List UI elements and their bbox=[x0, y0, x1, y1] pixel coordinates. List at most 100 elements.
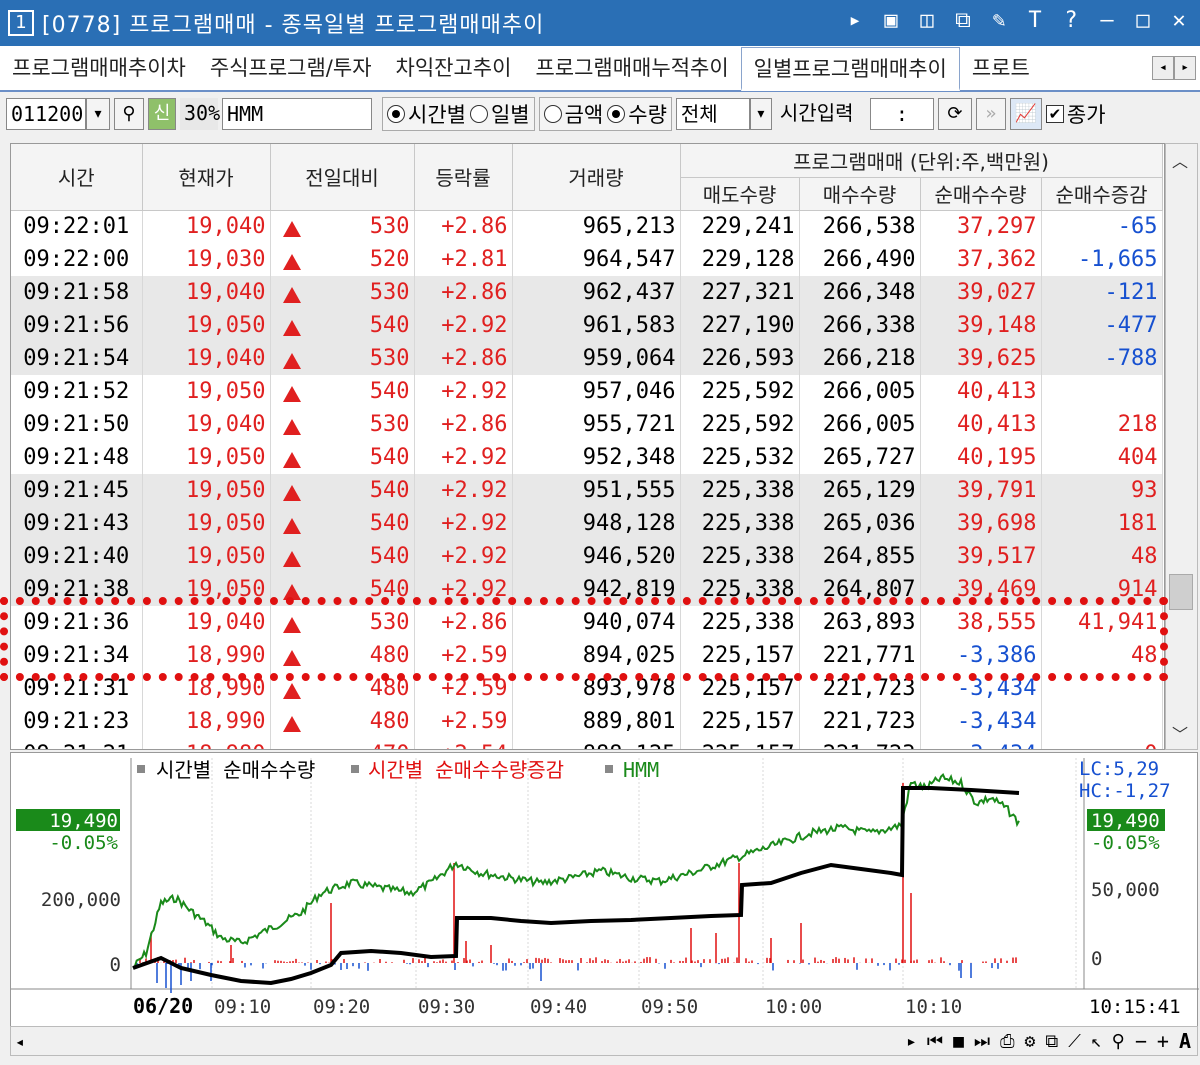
legend-delta: 시간별 순매수수량증감 bbox=[368, 758, 564, 782]
tab-prev-icon[interactable]: ◂ bbox=[1152, 56, 1174, 80]
radio-time-circle[interactable] bbox=[387, 105, 405, 123]
table-row[interactable]: 09:21:2118,980 470 +2.54888,125225,157221,… bbox=[11, 738, 1163, 749]
search-icon[interactable]: ⚲ bbox=[114, 98, 144, 130]
copy-window-icon[interactable]: ⧉ bbox=[950, 8, 976, 33]
cell-time: 09:21:38 bbox=[11, 573, 143, 606]
time-input[interactable]: : bbox=[869, 98, 934, 130]
radio-day[interactable]: 일별 bbox=[469, 99, 530, 129]
table-row[interactable]: 09:21:40 19,050 540 +2.92 946,520 225,338 264,… bbox=[11, 540, 1163, 573]
tab-program-more[interactable]: 프로트 bbox=[960, 47, 1042, 89]
minimize-icon[interactable]: – bbox=[1094, 8, 1120, 33]
stock-code-input[interactable]: 011200 bbox=[6, 98, 86, 130]
tab-next-icon[interactable]: ▸ bbox=[1174, 56, 1196, 80]
rewind-icon[interactable]: ⏮ bbox=[927, 1031, 943, 1052]
vertical-scrollbar[interactable]: ︿ ﹀ bbox=[1165, 143, 1198, 750]
radio-qty[interactable]: 수량 bbox=[607, 99, 667, 129]
header-sell-qty[interactable]: 매도수량 bbox=[680, 177, 800, 211]
right-tick-0: 0 bbox=[1091, 948, 1102, 970]
radio-qty-circle[interactable] bbox=[607, 105, 626, 123]
refresh-icon[interactable]: ⟳ bbox=[937, 98, 972, 130]
chart-toggle-icon[interactable]: 📈 bbox=[1009, 98, 1042, 130]
radio-day-circle[interactable] bbox=[469, 105, 488, 123]
cell-sell: 225,338 bbox=[680, 573, 800, 606]
close-price-checkbox[interactable]: ✔ 종가 bbox=[1045, 99, 1106, 129]
table-row[interactable]: 09:21:56 19,050 540 +2.92 961,583 227,190 266,… bbox=[11, 309, 1163, 342]
table-row[interactable]: 09:21:48 19,050 540 +2.92 952,348 225,532 265,… bbox=[11, 441, 1163, 474]
radio-amount[interactable]: 금액 bbox=[543, 99, 603, 129]
maximize-icon[interactable]: □ bbox=[1130, 8, 1156, 33]
play-forward-icon[interactable]: ▸ bbox=[906, 1031, 917, 1052]
table-row[interactable]: 09:21:36 19,040 530 +2.86 940,074 225,338 263,… bbox=[11, 606, 1163, 639]
cell-change: 540 bbox=[270, 441, 415, 474]
header-volume[interactable]: 거래량 bbox=[512, 144, 681, 211]
window-copy-icon[interactable]: ⧉ bbox=[1045, 1031, 1058, 1052]
table-row[interactable]: 09:22:01 19,040 530 +2.86 965,213 229,241 266,… bbox=[11, 210, 1163, 243]
market-dropdown-icon[interactable]: ▾ bbox=[749, 98, 772, 130]
header-rate[interactable]: 등락률 bbox=[414, 144, 513, 211]
cell-price: 19,030 bbox=[142, 243, 271, 276]
font-icon[interactable]: T bbox=[1022, 8, 1048, 33]
radio-time[interactable]: 시간별 bbox=[387, 99, 466, 129]
tab-stock-program-investor[interactable]: 주식프로그램/투자 bbox=[198, 47, 384, 89]
scroll-thumb[interactable] bbox=[1169, 574, 1193, 610]
table-row[interactable]: 09:22:00 19,030 520 +2.81 964,547 229,128 266,… bbox=[11, 243, 1163, 276]
cell-delta: 914 bbox=[1041, 573, 1163, 606]
memo-icon[interactable]: ▣ bbox=[878, 8, 904, 33]
code-dropdown-icon[interactable]: ▾ bbox=[86, 98, 110, 130]
header-time[interactable]: 시간 bbox=[11, 144, 143, 211]
table-row[interactable]: 09:21:45 19,050 540 +2.92 951,555 225,338 265,… bbox=[11, 474, 1163, 507]
market-select[interactable]: 전체 bbox=[675, 98, 750, 130]
scroll-down-icon[interactable]: ﹀ bbox=[1172, 721, 1188, 745]
close-icon[interactable]: ✕ bbox=[1166, 8, 1192, 33]
table-row[interactable]: 09:21:34 18,990 480 +2.59 894,025 225,157 221,… bbox=[11, 639, 1163, 672]
table-row[interactable]: 09:21:54 19,040 530 +2.86 959,064 226,593 266,… bbox=[11, 342, 1163, 375]
cell-buy: 266,348 bbox=[799, 276, 921, 309]
header-change[interactable]: 전일대비 bbox=[270, 144, 415, 211]
table-row[interactable]: 09:21:43 19,050 540 +2.92 948,128 225,338 265,… bbox=[11, 507, 1163, 540]
tab-arbitrage-balance[interactable]: 차익잔고추이 bbox=[384, 47, 524, 89]
header-net-qty[interactable]: 순매수수량 bbox=[920, 177, 1042, 211]
checkbox-checked-icon[interactable]: ✔ bbox=[1045, 105, 1064, 123]
header-net-delta[interactable]: 순매수증감 bbox=[1041, 177, 1163, 211]
table-row[interactable]: 09:21:52 19,050 540 +2.92 957,046 225,592 266,… bbox=[11, 375, 1163, 408]
tab-daily-program-trend[interactable]: 일별프로그램매매추이 bbox=[740, 47, 960, 91]
table-row[interactable]: 09:21:38 19,050 540 +2.92 942,819 225,338 264,… bbox=[11, 573, 1163, 606]
help-icon[interactable]: ? bbox=[1058, 8, 1084, 33]
zoom-in-icon[interactable]: + bbox=[1157, 1029, 1169, 1053]
change-value: 480 bbox=[369, 643, 410, 668]
up-triangle-icon bbox=[282, 320, 301, 336]
cell-buy: 264,855 bbox=[799, 540, 921, 573]
table-row[interactable]: 09:21:31 18,990 480 +2.59 893,978 225,157 221,… bbox=[11, 672, 1163, 705]
scroll-left-icon[interactable]: ◂ bbox=[15, 1032, 25, 1051]
next-page-icon[interactable]: » bbox=[975, 98, 1006, 130]
change-value: 530 bbox=[369, 610, 410, 635]
legend-hmm: HMM bbox=[623, 758, 659, 782]
cell-net: 39,517 bbox=[920, 540, 1042, 573]
cell-net: 39,625 bbox=[920, 342, 1042, 375]
print-icon[interactable]: ⎙ bbox=[1000, 1031, 1014, 1052]
cell-price: 19,040 bbox=[142, 276, 271, 309]
header-price[interactable]: 현재가 bbox=[142, 144, 271, 211]
table-row[interactable]: 09:21:50 19,040 530 +2.86 955,721 225,592 266,… bbox=[11, 408, 1163, 441]
fast-forward-icon[interactable]: ⏭ bbox=[974, 1031, 990, 1052]
table-row[interactable]: 09:21:58 19,040 530 +2.86 962,437 227,321 266,… bbox=[11, 276, 1163, 309]
data-table: 시간 현재가 전일대비 등락률 거래량 프로그램매매 (단위:주,백만원) 매도… bbox=[11, 144, 1163, 749]
chart-settings-icon[interactable]: ⚙ bbox=[1025, 1031, 1036, 1052]
zoom-out-icon[interactable]: − bbox=[1135, 1029, 1147, 1053]
zoom-icon[interactable]: ⚲ bbox=[1112, 1031, 1125, 1052]
stop-icon[interactable]: ■ bbox=[953, 1031, 964, 1052]
settings-icon[interactable]: ✎ bbox=[986, 8, 1012, 33]
play-icon[interactable]: ▸ bbox=[842, 8, 868, 33]
trend-line-icon[interactable]: ⟋ bbox=[1068, 1031, 1081, 1052]
scroll-up-icon[interactable]: ︿ bbox=[1172, 148, 1188, 172]
tab-program-trend-diff[interactable]: 프로그램매매추이차 bbox=[0, 47, 198, 89]
layout-icon[interactable]: ◫ bbox=[914, 8, 940, 33]
table-row[interactable]: 09:21:23 18,990 480 +2.59 889,801 225,157 221,… bbox=[11, 705, 1163, 738]
cell-time: 09:21:31 bbox=[11, 672, 143, 705]
header-buy-qty[interactable]: 매수수량 bbox=[799, 177, 921, 211]
font-size-icon[interactable]: A bbox=[1179, 1029, 1191, 1053]
tab-program-cumulative[interactable]: 프로그램매매누적추이 bbox=[523, 47, 740, 89]
radio-amount-circle[interactable] bbox=[543, 105, 562, 123]
cell-sell: 227,321 bbox=[680, 276, 800, 309]
cursor-icon[interactable]: ↖ bbox=[1091, 1031, 1102, 1052]
